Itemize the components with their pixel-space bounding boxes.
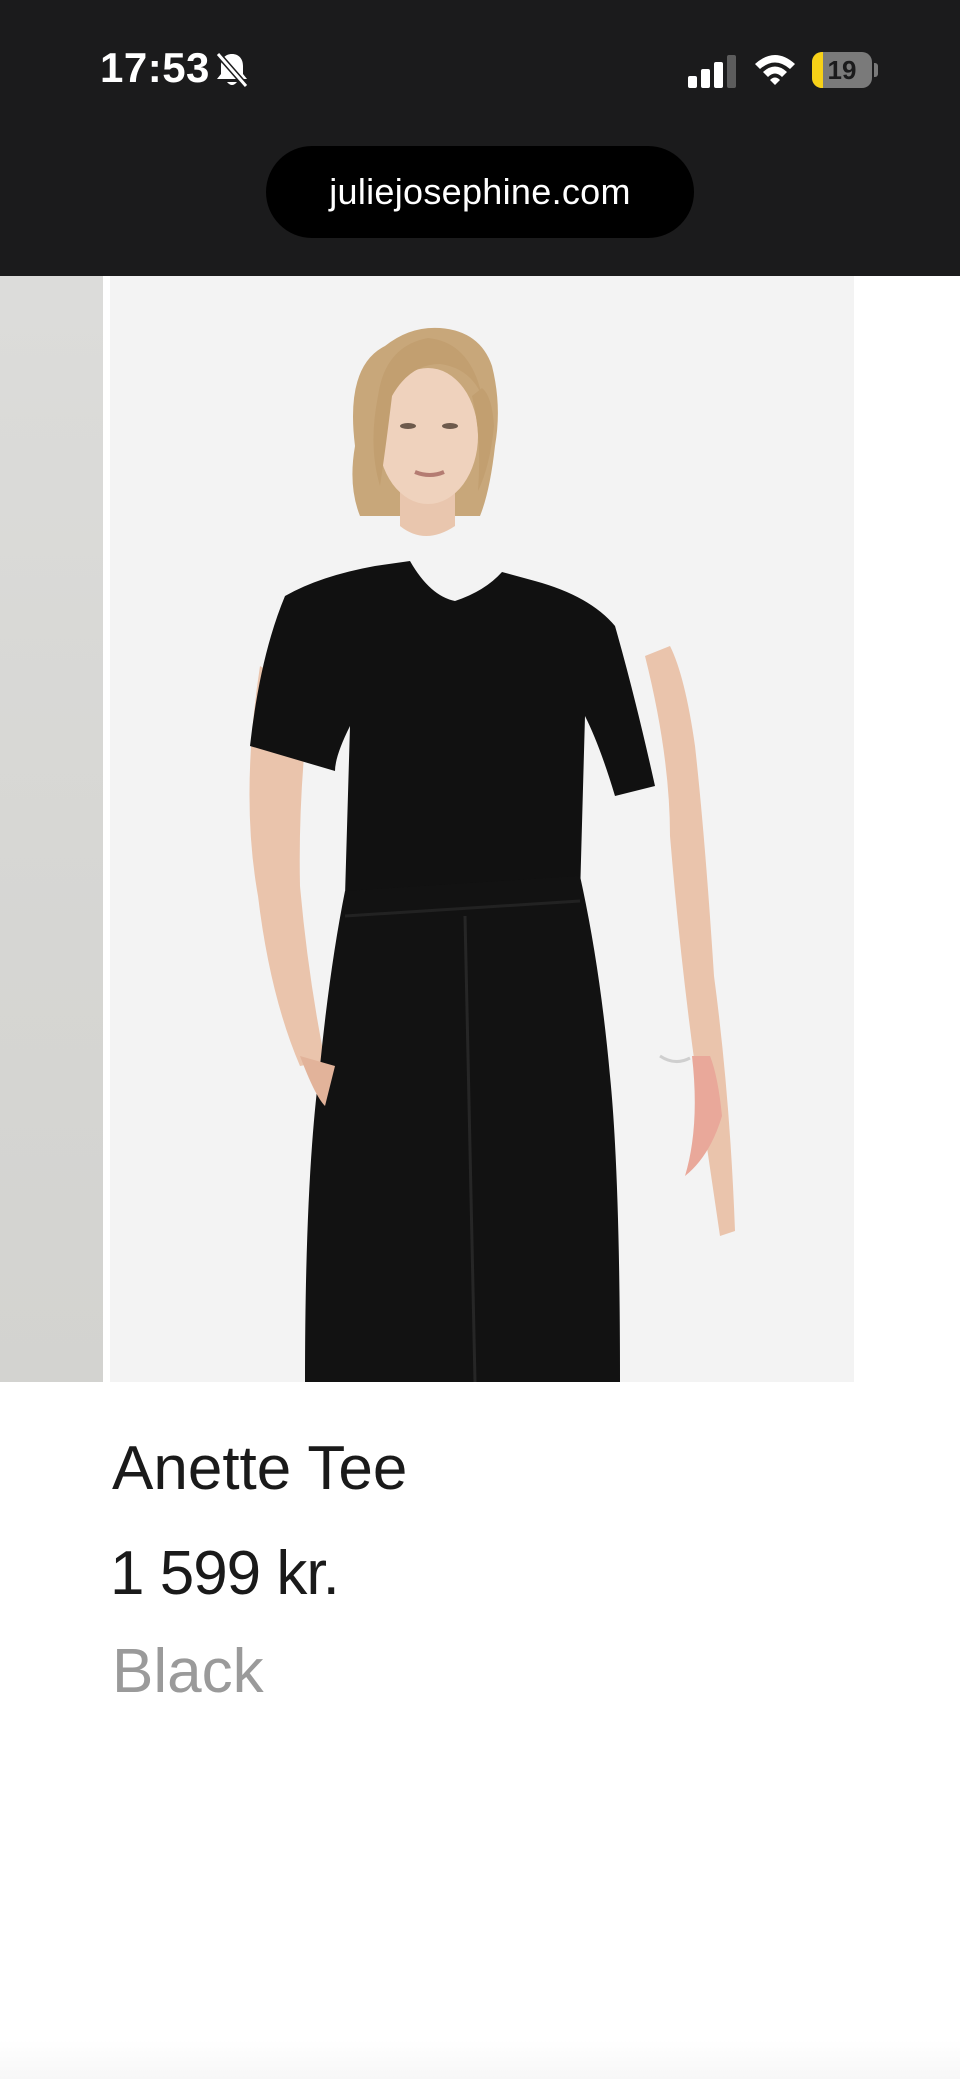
bottom-edge bbox=[0, 2040, 960, 2079]
wifi-icon bbox=[755, 55, 795, 85]
product-color: Black bbox=[112, 1637, 264, 1706]
product-price: 1 599 kr. bbox=[110, 1539, 340, 1608]
cellular-signal-icon bbox=[688, 55, 736, 88]
previous-product-image[interactable] bbox=[0, 276, 103, 1382]
status-time: 17:53 bbox=[100, 44, 210, 91]
battery-icon: 19 bbox=[812, 52, 878, 88]
status-bar: 17:53 19 juliejosephine.com bbox=[0, 0, 960, 276]
battery-level: 19 bbox=[827, 55, 857, 85]
bell-slash-icon bbox=[215, 52, 249, 88]
product-image-carousel[interactable] bbox=[0, 276, 960, 1382]
product-name[interactable]: Anette Tee bbox=[112, 1433, 407, 1504]
model-photo bbox=[110, 276, 854, 1382]
product-image[interactable] bbox=[110, 276, 854, 1382]
address-bar[interactable]: juliejosephine.com bbox=[266, 146, 694, 238]
address-bar-url: juliejosephine.com bbox=[329, 171, 631, 212]
